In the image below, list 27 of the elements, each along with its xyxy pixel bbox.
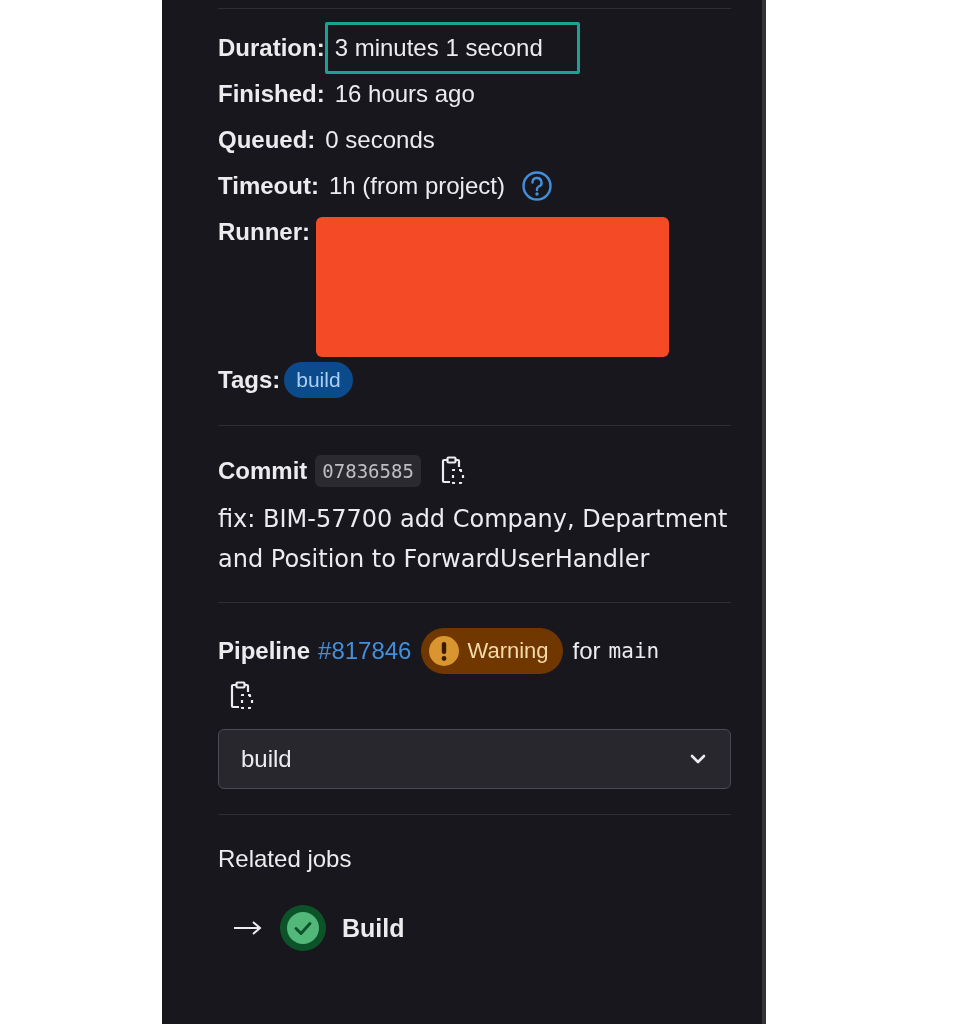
related-jobs-heading: Related jobs (218, 844, 353, 874)
detail-value: 3 minutes 1 second (334, 34, 543, 61)
detail-label: Tags: (218, 366, 281, 394)
detail-label: Queued: (218, 126, 316, 154)
pipeline-label: Pipeline (218, 637, 311, 665)
tag-badge: build (284, 362, 353, 398)
commit-label: Commit (218, 457, 308, 485)
chevron-down-icon (690, 754, 706, 764)
detail-value: 16 hours ago (334, 80, 475, 108)
stage-dropdown[interactable]: build (218, 729, 731, 789)
detail-label: Runner: (218, 217, 310, 247)
warning-icon (429, 636, 460, 666)
detail-label: Duration: (218, 34, 325, 62)
copy-icon[interactable] (228, 681, 254, 711)
help-icon[interactable] (520, 170, 553, 202)
branch-name: main (608, 639, 660, 663)
detail-value: 0 seconds (325, 126, 435, 154)
commit-sha[interactable]: 07836585 (315, 455, 421, 487)
detail-label: Timeout: (218, 172, 319, 200)
success-status-icon[interactable] (280, 905, 326, 951)
status-badge[interactable]: Warning (421, 628, 563, 674)
commit-message: fix: BIM-57700 add Company, Department and Position to ForwardUserHandler (218, 504, 729, 575)
detail-value: 1h (from project) (328, 172, 505, 200)
pipeline-text: for (572, 637, 601, 665)
detail-label: Finished: (218, 80, 325, 108)
job-link[interactable]: Build (342, 913, 405, 943)
pipeline-link[interactable]: #817846 (318, 637, 412, 665)
